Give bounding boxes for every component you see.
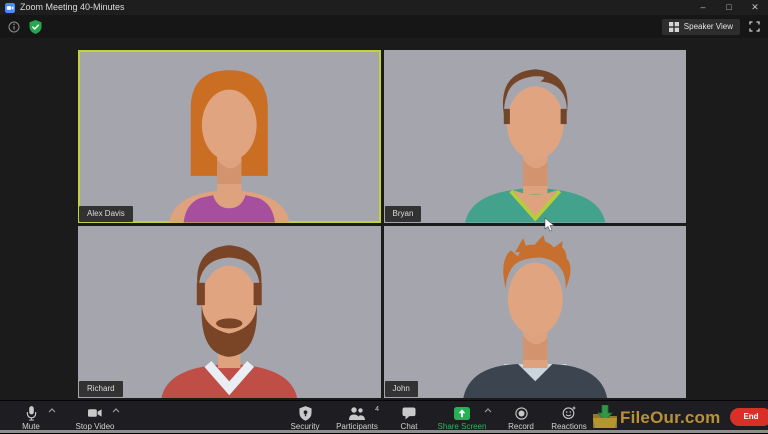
fullscreen-icon [749, 21, 760, 32]
chat-button[interactable]: Chat [386, 401, 432, 434]
mute-button[interactable]: Mute [8, 401, 56, 434]
security-shield-icon [298, 405, 312, 421]
participant-name-tag: Bryan [384, 205, 422, 222]
share-screen-button[interactable]: Share Screen [434, 401, 492, 434]
end-meeting-button[interactable]: End [730, 408, 768, 426]
participants-count-badge: 4 [375, 405, 379, 413]
microphone-icon [26, 405, 36, 421]
view-grid-icon [668, 21, 679, 32]
titlebar: Zoom Meeting 40-Minutes – □ ✕ [0, 0, 768, 15]
avatar-man-orange-hair-jacket [462, 234, 607, 398]
fileour-watermark: FileOur.com [592, 405, 720, 429]
fileour-watermark-text: FileOur.com [620, 407, 721, 427]
meeting-info-button[interactable] [8, 21, 20, 33]
meeting-toolbar: Mute Stop Video Security Participants 4 … [0, 400, 768, 433]
participant-name-tag: Richard [79, 381, 123, 397]
minimize-button[interactable]: – [690, 0, 716, 15]
chevron-up-icon[interactable] [112, 407, 120, 413]
video-tile-richard[interactable]: Richard [78, 225, 381, 398]
video-stage: Alex Davis Bryan Richard John [0, 38, 768, 400]
speaker-view-label: Speaker View [683, 21, 733, 31]
meeting-header: Speaker View [0, 15, 768, 38]
chevron-up-icon[interactable] [484, 407, 492, 413]
security-button[interactable]: Security [282, 401, 328, 434]
video-tile-bryan[interactable]: Bryan [383, 50, 686, 223]
participants-button[interactable]: Participants 4 [330, 401, 384, 434]
reactions-smiley-icon [562, 406, 576, 420]
gallery-grid: Alex Davis Bryan Richard John [78, 50, 686, 398]
info-icon [8, 21, 20, 32]
close-button[interactable]: ✕ [742, 0, 768, 15]
video-tile-john[interactable]: John [383, 225, 686, 398]
encryption-shield-icon [29, 19, 42, 34]
participant-name-tag: John [384, 381, 418, 397]
chevron-up-icon[interactable] [48, 407, 56, 413]
encryption-status-button[interactable] [29, 19, 42, 34]
window-title: Zoom Meeting 40-Minutes [20, 2, 125, 12]
avatar-man-beard-red-shirt [161, 244, 298, 398]
chat-bubble-icon [402, 407, 416, 419]
fileour-folder-download-icon [593, 405, 617, 428]
avatar-man-teal-shirt [464, 69, 605, 223]
participant-name-tag: Alex Davis [79, 205, 133, 222]
share-screen-icon [454, 406, 470, 420]
record-icon [514, 406, 528, 420]
stop-video-button[interactable]: Stop Video [72, 401, 120, 434]
participants-icon [349, 406, 365, 420]
video-camera-icon [88, 409, 102, 417]
avatar-woman-orange-hair [169, 70, 290, 223]
record-button[interactable]: Record [498, 401, 544, 434]
reactions-button[interactable]: Reactions [546, 401, 592, 434]
zoom-logo-icon [5, 2, 15, 13]
maximize-button[interactable]: □ [716, 0, 742, 15]
zoom-meeting-window: Zoom Meeting 40-Minutes – □ ✕ Speaker Vi… [0, 0, 768, 433]
fullscreen-button[interactable] [749, 21, 760, 32]
speaker-view-button[interactable]: Speaker View [661, 18, 740, 35]
video-tile-alex-davis[interactable]: Alex Davis [78, 50, 381, 223]
